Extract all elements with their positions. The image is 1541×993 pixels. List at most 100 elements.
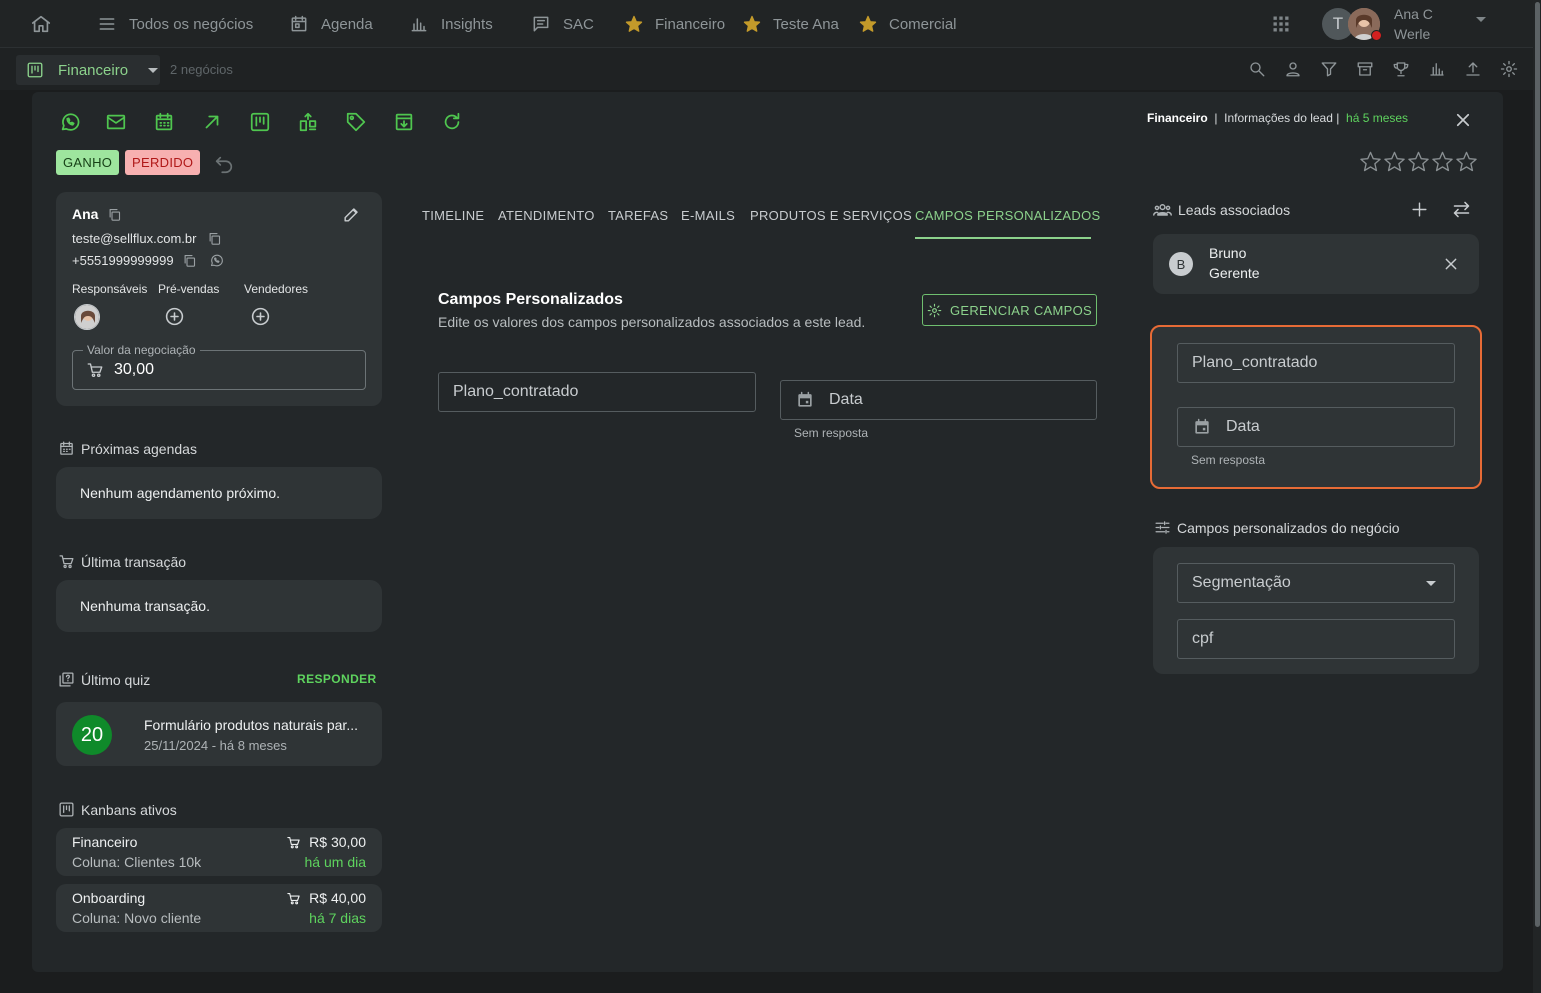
user-avatars[interactable]: T (1322, 8, 1382, 41)
caret-down-icon (148, 67, 159, 73)
date-field[interactable]: Data (780, 380, 1097, 420)
segment-select[interactable]: Segmentação (1177, 563, 1455, 603)
status-dot (1371, 30, 1382, 41)
cart-icon (86, 361, 104, 379)
cart-icon (58, 553, 75, 570)
lead-name: Ana (72, 206, 99, 222)
undo-icon[interactable] (213, 153, 235, 175)
refresh-icon[interactable] (441, 111, 463, 133)
quiz-icon (58, 671, 75, 688)
calendar-icon[interactable] (153, 111, 175, 133)
associated-lead-card[interactable] (1153, 234, 1479, 294)
kanban-icon (58, 801, 75, 818)
vendedores-label: Vendedores (244, 282, 309, 296)
home-icon[interactable] (30, 13, 52, 35)
close-icon[interactable] (1454, 111, 1472, 129)
add-pre-sales-icon[interactable] (164, 306, 185, 327)
tab-campos-personalizados[interactable]: CAMPOS PERSONALIZADOS (915, 208, 1100, 223)
gear-icon[interactable] (1500, 60, 1518, 78)
nav-fav-teste-ana[interactable]: Teste Ana (743, 0, 839, 48)
kanbans-section-title: Kanbans ativos (58, 801, 177, 818)
tab-timeline[interactable]: TIMELINE (422, 208, 484, 223)
lead-email: teste@sellflux.com.br (72, 231, 197, 246)
list-icon (97, 14, 117, 34)
person-icon[interactable] (1284, 60, 1302, 78)
chevron-down-icon[interactable] (1476, 17, 1486, 22)
email-icon[interactable] (105, 111, 127, 133)
agenda-empty: Nenhum agendamento próximo. (56, 467, 382, 519)
calendar-icon (1192, 417, 1212, 437)
agenda-section-title: Próximas agendas (58, 440, 197, 457)
kanban-item[interactable]: Onboarding Coluna: Novo cliente R$ 40,00… (56, 884, 382, 932)
scrollbar-thumb[interactable] (1535, 2, 1540, 927)
copy-icon[interactable] (182, 253, 197, 268)
copy-icon[interactable] (107, 207, 122, 222)
quiz-section-title: Último quiz (58, 671, 150, 688)
kanban-icon[interactable] (249, 111, 271, 133)
whatsapp-icon[interactable] (59, 111, 81, 133)
respond-quiz-button[interactable]: RESPONDER (297, 672, 377, 686)
active-tab-indicator (915, 237, 1091, 239)
plan-field-side[interactable]: Plano_contratado (1177, 343, 1455, 383)
nav-all-deals[interactable]: Todos os negócios (97, 0, 253, 48)
star-outline-icon[interactable] (1359, 150, 1382, 173)
deal-value-label: Valor da negociação (83, 343, 200, 357)
star-outline-icon[interactable] (1407, 150, 1430, 173)
analytics-icon[interactable] (1428, 60, 1446, 78)
star-icon (859, 15, 877, 33)
swap-icon[interactable] (1451, 199, 1472, 220)
upload-icon[interactable] (1464, 60, 1482, 78)
copy-icon[interactable] (207, 231, 222, 246)
kanban-item[interactable]: Financeiro Coluna: Clientes 10k R$ 30,00… (56, 828, 382, 876)
search-icon[interactable] (1248, 60, 1266, 78)
edit-icon[interactable] (342, 205, 361, 224)
sliders-icon (1154, 519, 1171, 536)
custom-fields-subtitle: Edite os valores dos campos personalizad… (438, 314, 866, 330)
apps-grid-icon[interactable] (1271, 14, 1291, 34)
avatar: B (1169, 252, 1193, 276)
nav-insights[interactable]: Insights (409, 0, 493, 48)
filter-icon[interactable] (1320, 60, 1338, 78)
transfer-icon[interactable] (297, 111, 319, 133)
pre-vendas-label: Pré-vendas (158, 282, 220, 296)
date-field-side[interactable]: Data (1177, 407, 1455, 447)
lost-badge[interactable]: PERDIDO (125, 150, 201, 175)
archive-down-icon[interactable] (393, 111, 415, 133)
close-icon[interactable] (1443, 256, 1459, 272)
star-outline-icon[interactable] (1431, 150, 1454, 173)
add-icon[interactable] (1410, 200, 1429, 219)
add-seller-icon[interactable] (250, 306, 271, 327)
plan-field[interactable]: Plano_contratado (438, 372, 756, 412)
calendar-icon (58, 440, 75, 457)
bar-chart-icon (409, 14, 429, 34)
star-icon (743, 15, 761, 33)
star-outline-icon[interactable] (1383, 150, 1406, 173)
pipeline-select[interactable]: Financeiro (16, 55, 160, 85)
arrow-up-right-icon[interactable] (201, 111, 223, 133)
won-badge[interactable]: GANHO (56, 150, 120, 175)
rating-stars[interactable] (1359, 150, 1478, 173)
nav-agenda[interactable]: Agenda (289, 0, 373, 48)
trophy-icon[interactable] (1392, 60, 1410, 78)
tab-atendimento[interactable]: ATENDIMENTO (498, 208, 595, 223)
responsible-avatar[interactable] (74, 304, 100, 330)
nav-sac[interactable]: SAC (531, 0, 594, 48)
business-fields-title: Campos personalizados do negócio (1154, 519, 1400, 536)
nav-fav-comercial[interactable]: Comercial (859, 0, 957, 48)
star-outline-icon[interactable] (1455, 150, 1478, 173)
tab-tarefas[interactable]: TAREFAS (608, 208, 668, 223)
tag-icon[interactable] (345, 111, 367, 133)
deal-value: 30,00 (114, 361, 155, 378)
calendar-icon (289, 14, 309, 34)
nav-fav-financeiro[interactable]: Financeiro (625, 0, 725, 48)
tab-produtos-servicos[interactable]: PRODUTOS E SERVIÇOS (750, 208, 912, 223)
date-helper-text: Sem resposta (794, 426, 869, 440)
whatsapp-icon[interactable] (209, 253, 224, 268)
archive-icon[interactable] (1356, 60, 1374, 78)
cpf-field[interactable]: cpf (1177, 619, 1455, 659)
custom-fields-title: Campos Personalizados (438, 291, 623, 308)
tab-emails[interactable]: E-MAILS (681, 208, 735, 223)
manage-fields-button[interactable]: GERENCIAR CAMPOS (922, 294, 1097, 326)
quiz-title: Formulário produtos naturais par... (144, 717, 358, 733)
user-name[interactable]: Ana C Werle (1394, 4, 1454, 44)
